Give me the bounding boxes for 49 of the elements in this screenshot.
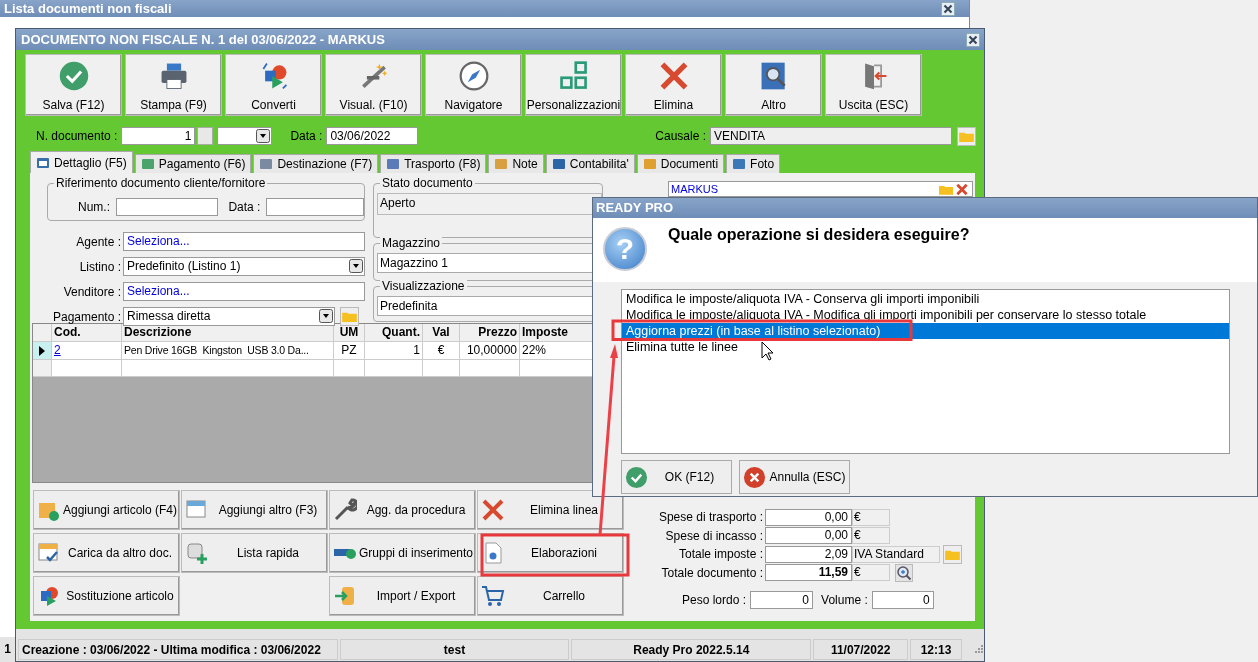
total-field: 2,09: [765, 545, 852, 563]
field-label: Agente :: [75, 234, 121, 249]
field-label: N. documento :: [36, 129, 118, 143]
table-cell: €: [423, 342, 460, 359]
column-header: Descrizione: [122, 324, 334, 341]
status-text: Creazione : 03/06/2022 - Ultima modifica : 03/06/2022: [18, 638, 338, 660]
total-label: Totale documento :: [660, 565, 763, 580]
table-cell: 10,00000: [460, 342, 520, 359]
total-field: 0,00: [765, 508, 852, 526]
group-title: Riferimento documento cliente/fornitore: [54, 176, 268, 190]
group-title: Magazzino: [380, 236, 443, 250]
total-field: 0,00: [765, 527, 852, 545]
unit-field: €: [852, 527, 890, 545]
unit-field: IVA Standard: [852, 545, 940, 563]
column-header: UM: [334, 324, 365, 341]
window-title: DOCUMENTO NON FISCALE N. 1 del 03/06/2022 - MARKUS: [21, 32, 385, 47]
unit-field: €: [852, 508, 890, 526]
table-cell: Pen Drive 16GB Kingston USB 3.0 Da...: [122, 342, 334, 359]
question-icon: ?: [603, 227, 647, 271]
table-cell: PZ: [334, 342, 365, 359]
field-label: Pagamento :: [51, 309, 121, 324]
column-header: Prezzo: [460, 324, 520, 341]
status-text: test: [339, 638, 570, 660]
field-label: Volume :: [821, 593, 868, 607]
window-title: Lista documenti non fiscali: [0, 0, 969, 17]
status-text: 12:13: [910, 638, 962, 660]
column-header: Quant.: [365, 324, 423, 341]
dialog-question: Quale operazione si desidera eseguire?: [668, 226, 970, 245]
column-header: Val: [423, 324, 460, 341]
table-cell: 1: [365, 342, 423, 359]
field-label: Venditore :: [62, 284, 121, 299]
total-label: Totale imposte :: [677, 547, 763, 562]
status-text: 1: [0, 637, 15, 662]
group-title: Stato documento: [380, 176, 475, 190]
unit-field: €: [852, 564, 890, 582]
field-label: Causale :: [655, 129, 706, 143]
status-text: Ready Pro 2022.5.14: [571, 638, 812, 660]
column-header: Cod.: [52, 324, 122, 341]
field-label: Peso lordo :: [682, 593, 747, 607]
field-label: Num.:: [78, 200, 110, 214]
dialog-title: READY PRO: [593, 198, 1257, 218]
field-label: Data :: [228, 200, 261, 214]
group-title: Visualizzazione: [380, 279, 467, 293]
total-field: 11,59: [765, 564, 852, 582]
total-label: Spese di trasporto :: [657, 510, 763, 525]
field-label: Listino :: [78, 259, 121, 274]
status-text: 11/07/2022: [813, 638, 909, 660]
total-label: Spese di incasso :: [664, 528, 763, 543]
field-label: Data :: [290, 129, 323, 143]
